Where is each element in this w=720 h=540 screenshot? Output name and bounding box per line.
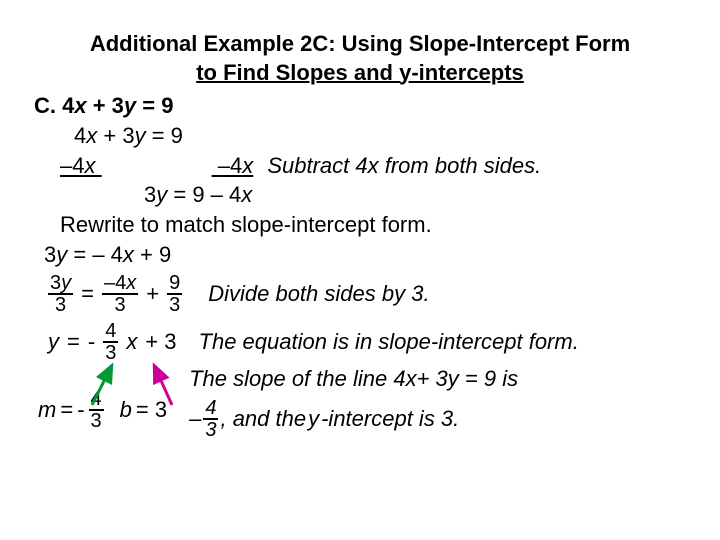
comment: Divide both sides by 3. (208, 279, 429, 309)
title-line2: to Find Slopes and y-intercepts (196, 60, 524, 85)
fraction: –4x 3 (102, 273, 138, 315)
step-line: –4x –4x (34, 151, 253, 181)
comment: Subtract 4x from both sides. (267, 153, 541, 178)
comment: Rewrite to match slope-intercept form. (34, 210, 700, 240)
fraction: 9 3 (167, 273, 182, 315)
step-line: 3y 3 = –4x 3 + 9 3 Divide both sides by … (34, 273, 700, 315)
step-line: 4x + 3y = 9 (34, 121, 700, 151)
step-line: 3y = 9 – 4x (34, 180, 700, 210)
step-line: 3y = – 4x + 9 (34, 240, 700, 270)
step-line: y =- 4 3 x + 3 The equation is in slope-… (34, 321, 700, 363)
fraction: 4 3 (203, 398, 218, 440)
fraction: 4 3 (103, 321, 118, 363)
content: C. 4x + 3y = 9 4x + 3y = 9 –4x –4x Subtr… (20, 91, 700, 440)
comment: The slope of the line 4x+ 3y = 9 is – 4 … (189, 365, 518, 440)
comment: The equation is in slope-intercept form. (199, 327, 579, 357)
slide: Additional Example 2C: Using Slope-Inter… (0, 0, 720, 440)
title-line1: Additional Example 2C: Using Slope-Inter… (90, 31, 630, 56)
result-line: m =- 4 3 b = 3 (34, 389, 167, 431)
fraction: 4 3 (89, 389, 104, 431)
problem-line: C. 4x + 3y = 9 (34, 91, 700, 121)
title: Additional Example 2C: Using Slope-Inter… (20, 30, 700, 87)
fraction: 3y 3 (48, 273, 73, 315)
